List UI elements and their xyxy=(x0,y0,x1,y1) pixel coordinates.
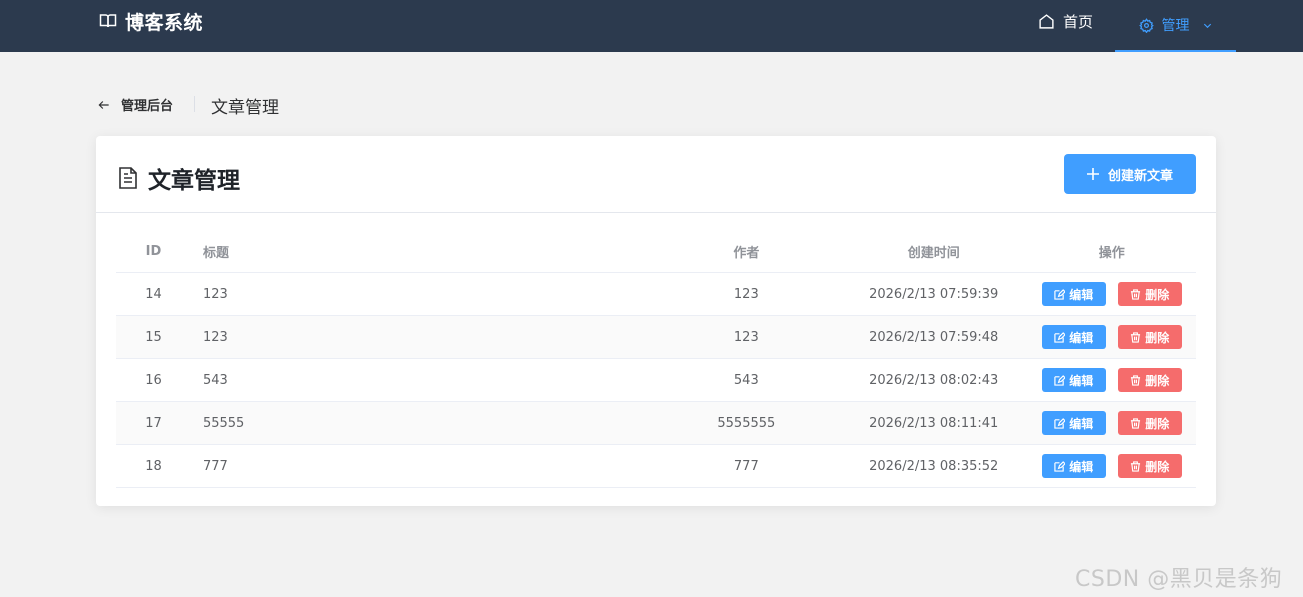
card-title-text: 文章管理 xyxy=(148,168,240,194)
edit-label: 编辑 xyxy=(1069,459,1094,474)
edit-icon xyxy=(1054,460,1066,472)
delete-label: 删除 xyxy=(1145,330,1170,345)
book-icon xyxy=(99,14,117,28)
edit-button[interactable]: 编辑 xyxy=(1041,282,1106,306)
cell-created: 2026/2/13 07:59:48 xyxy=(869,329,999,345)
edit-button[interactable]: 编辑 xyxy=(1041,325,1106,349)
table-row: 16 543 543 2026/2/13 08:02:43 编辑 删除 xyxy=(116,359,1196,402)
delete-button[interactable]: 删除 xyxy=(1117,368,1182,392)
delete-label: 删除 xyxy=(1145,416,1170,431)
trash-icon xyxy=(1131,417,1141,429)
table-row: 18 777 777 2026/2/13 08:35:52 编辑 删除 xyxy=(116,445,1196,488)
watermark: CSDN @黑贝是条狗 xyxy=(1075,567,1283,592)
cell-author: 543 xyxy=(733,372,759,388)
trash-icon xyxy=(1131,288,1141,300)
gear-icon xyxy=(1138,17,1154,33)
edit-button[interactable]: 编辑 xyxy=(1041,368,1106,392)
column-header-title: 标题 xyxy=(202,245,229,261)
plus-icon xyxy=(1086,168,1099,180)
breadcrumb-divider xyxy=(194,96,195,112)
column-header-author: 作者 xyxy=(733,245,760,261)
cell-id: 18 xyxy=(145,458,162,474)
edit-icon xyxy=(1054,417,1066,429)
nav-manage-label: 管理 xyxy=(1161,18,1190,34)
document-icon xyxy=(119,167,137,189)
edit-label: 编辑 xyxy=(1069,416,1094,431)
cell-created: 2026/2/13 08:35:52 xyxy=(869,458,999,474)
card-title: 文章管理 xyxy=(118,161,240,195)
brand[interactable]: 博客系统 xyxy=(99,9,204,34)
cell-ops: 编辑 删除 xyxy=(1027,411,1196,435)
cell-title: 543 xyxy=(202,372,228,388)
cell-title: 55555 xyxy=(202,415,245,431)
cell-created: 2026/2/13 08:02:43 xyxy=(869,372,999,388)
column-header-created: 创建时间 xyxy=(907,245,960,261)
cell-author: 123 xyxy=(733,329,759,345)
delete-button[interactable]: 删除 xyxy=(1117,454,1182,478)
cell-id: 15 xyxy=(145,329,162,345)
edit-icon xyxy=(1054,288,1066,300)
table-row: 15 123 123 2026/2/13 07:59:48 编辑 删除 xyxy=(116,316,1196,359)
table-row: 14 123 123 2026/2/13 07:59:39 编辑 删除 xyxy=(116,273,1196,316)
cell-ops: 编辑 删除 xyxy=(1027,325,1196,349)
cell-ops: 编辑 删除 xyxy=(1027,368,1196,392)
cell-author: 5555555 xyxy=(717,415,776,431)
trash-icon xyxy=(1131,331,1141,343)
articles-table: ID 标题 作者 创建时间 操作 14 123 123 2026/2/13 07… xyxy=(116,230,1196,488)
page-title: 文章管理 xyxy=(211,98,279,118)
cell-author: 123 xyxy=(733,286,759,302)
edit-label: 编辑 xyxy=(1069,330,1094,345)
table-row: 17 55555 5555555 2026/2/13 08:11:41 编辑 删… xyxy=(116,402,1196,445)
create-article-label: 创建新文章 xyxy=(1107,168,1173,184)
cell-id: 17 xyxy=(145,415,162,431)
cell-created: 2026/2/13 08:11:41 xyxy=(869,415,999,431)
chevron-down-icon xyxy=(1203,23,1211,28)
top-navbar: 博客系统 首页 管理 xyxy=(0,0,1303,52)
column-header-ops: 操作 xyxy=(1098,245,1125,261)
cell-id: 16 xyxy=(145,372,162,388)
cell-ops: 编辑 删除 xyxy=(1027,454,1196,478)
delete-button[interactable]: 删除 xyxy=(1117,411,1182,435)
cell-title: 777 xyxy=(202,458,228,474)
cell-ops: 编辑 删除 xyxy=(1027,282,1196,306)
card-header: 文章管理 创建新文章 xyxy=(96,136,1216,213)
nav-home[interactable]: 首页 xyxy=(1038,11,1093,32)
edit-label: 编辑 xyxy=(1069,287,1094,302)
cell-title: 123 xyxy=(202,329,228,345)
delete-label: 删除 xyxy=(1145,459,1170,474)
edit-label: 编辑 xyxy=(1069,373,1094,388)
delete-label: 删除 xyxy=(1145,287,1170,302)
edit-button[interactable]: 编辑 xyxy=(1041,454,1106,478)
column-header-id: ID xyxy=(145,243,162,259)
delete-label: 删除 xyxy=(1145,373,1170,388)
table-header: ID 标题 作者 创建时间 操作 xyxy=(116,230,1196,273)
delete-button[interactable]: 删除 xyxy=(1117,325,1182,349)
articles-card: 文章管理 创建新文章 ID 标题 作者 创建时间 操作 14 123 123 2… xyxy=(96,136,1216,506)
trash-icon xyxy=(1131,460,1141,472)
home-icon xyxy=(1039,14,1054,29)
create-article-button[interactable]: 创建新文章 xyxy=(1064,154,1196,194)
brand-title: 博客系统 xyxy=(125,11,204,34)
trash-icon xyxy=(1131,374,1141,386)
back-label: 管理后台 xyxy=(121,99,174,114)
cell-id: 14 xyxy=(145,286,162,302)
delete-button[interactable]: 删除 xyxy=(1117,282,1182,306)
arrow-left-icon xyxy=(98,100,109,109)
nav-manage[interactable]: 管理 xyxy=(1115,0,1236,52)
cell-author: 777 xyxy=(733,458,759,474)
cell-title: 123 xyxy=(202,286,228,302)
edit-icon xyxy=(1054,331,1066,343)
nav-home-label: 首页 xyxy=(1063,13,1094,31)
edit-icon xyxy=(1054,374,1066,386)
edit-button[interactable]: 编辑 xyxy=(1041,411,1106,435)
cell-created: 2026/2/13 07:59:39 xyxy=(869,286,999,302)
back-link[interactable]: 管理后台 xyxy=(97,95,173,114)
